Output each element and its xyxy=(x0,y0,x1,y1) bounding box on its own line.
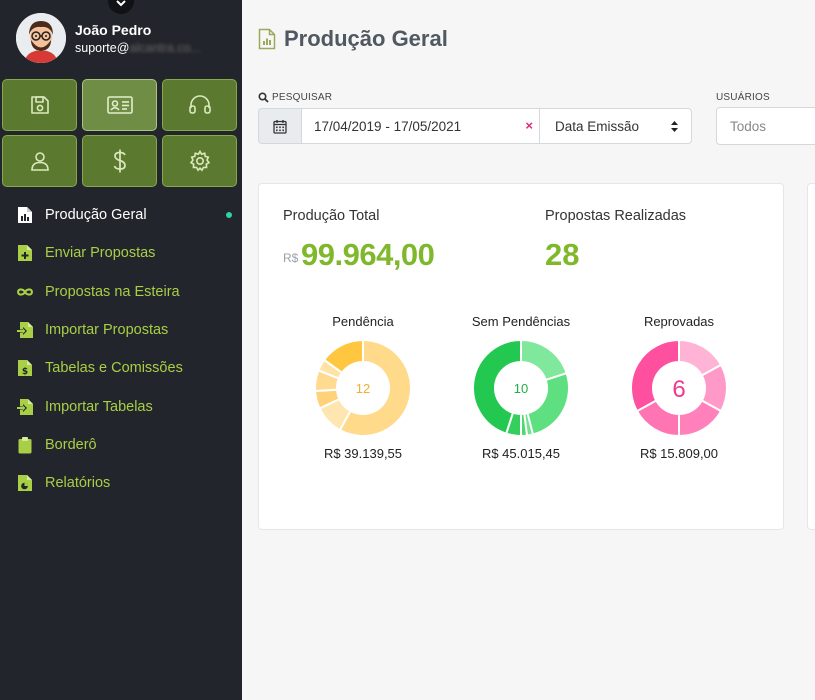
donut-chart: 6 xyxy=(630,339,728,437)
total-label: Produção Total xyxy=(283,208,380,224)
svg-text:$: $ xyxy=(22,367,28,377)
clipboard-icon xyxy=(18,436,32,454)
nav-item-importar-propostas[interactable]: Importar Propostas xyxy=(0,311,242,349)
id-card-tile[interactable] xyxy=(82,79,157,131)
chart-file-icon xyxy=(258,28,276,50)
email-obscured: alcantra.co... xyxy=(129,40,201,55)
donut-amount: R$ 39.139,55 xyxy=(323,446,403,461)
import-icon xyxy=(16,398,33,415)
nav-label: Importar Tabelas xyxy=(45,398,153,415)
nav-item-importar-tabelas[interactable]: Importar Tabelas xyxy=(0,387,242,425)
sidebar: João Pedro suporte@alcantra.co... Produç… xyxy=(0,0,242,700)
file-import-icon xyxy=(16,322,33,339)
user-icon xyxy=(30,152,49,171)
donut-pendencia[interactable]: Pendência 12 R$ 39.139,55 xyxy=(293,314,433,461)
donut-center: 12 xyxy=(356,381,370,396)
calendar-icon xyxy=(273,119,287,134)
date-type-select[interactable]: Data Emissão xyxy=(540,108,692,144)
date-range-input[interactable]: 17/04/2019 - 17/05/2021 × xyxy=(301,108,540,144)
nav-item-bordero[interactable]: Borderô xyxy=(0,426,242,464)
dollar-icon xyxy=(113,149,126,173)
date-type-value: Data Emissão xyxy=(555,118,640,134)
donut-title: Reprovadas xyxy=(643,314,715,329)
select-arrows-icon xyxy=(671,121,678,132)
gear-icon xyxy=(189,149,210,172)
search-label-text: PESQUISAR xyxy=(272,92,333,103)
page-header: Produção Geral xyxy=(258,26,448,52)
date-filter: 17/04/2019 - 17/05/2021 × Data Emissão xyxy=(258,108,692,144)
nav-label: Produção Geral xyxy=(45,207,147,224)
count-value: 28 xyxy=(545,237,580,272)
file-pie-icon xyxy=(18,475,32,492)
quick-actions xyxy=(2,79,238,187)
nav-item-tabelas-comissoes[interactable]: $ Tabelas e Comissões xyxy=(0,349,242,387)
chart-file-icon xyxy=(18,207,32,224)
email-visible: suporte@ xyxy=(75,40,130,55)
user-tile[interactable] xyxy=(2,135,77,187)
finance-tile[interactable] xyxy=(82,135,157,187)
nav-item-propostas-esteira[interactable]: Propostas na Esteira xyxy=(0,273,242,311)
donut-amount: R$ 45.015,45 xyxy=(481,446,561,461)
nav-item-producao-geral[interactable]: Produção Geral xyxy=(0,196,242,234)
headset-icon xyxy=(188,95,211,114)
date-range-value: 17/04/2019 - 17/05/2021 xyxy=(314,118,462,134)
user-name: João Pedro xyxy=(75,21,152,38)
search-label: PESQUISAR xyxy=(258,92,332,103)
page-title: Produção Geral xyxy=(284,26,448,51)
nav-label: Propostas na Esteira xyxy=(45,283,180,300)
save-tile[interactable] xyxy=(2,79,77,131)
collapse-toggle[interactable] xyxy=(108,0,134,14)
donut-reprovadas[interactable]: Reprovadas 6 R$ 15.809,00 xyxy=(609,314,749,461)
user-email: suporte@alcantra.co... xyxy=(75,41,201,55)
nav-label: Importar Propostas xyxy=(45,322,169,339)
total-value: 99.964,00 xyxy=(301,237,435,272)
clear-date-button[interactable]: × xyxy=(525,118,533,133)
donut-title: Sem Pendências xyxy=(471,314,571,329)
nav-item-relatorios[interactable]: Relatórios xyxy=(0,464,242,502)
calendar-button[interactable] xyxy=(258,108,301,144)
support-tile[interactable] xyxy=(162,79,237,131)
donut-center: 6 xyxy=(672,376,685,403)
currency-symbol: R$ xyxy=(283,251,299,265)
save-icon xyxy=(30,96,49,114)
nav-label: Tabelas e Comissões xyxy=(45,360,183,377)
user-profile[interactable]: João Pedro suporte@alcantra.co... xyxy=(16,13,201,63)
users-select[interactable]: Todos xyxy=(716,107,815,145)
donut-center: 10 xyxy=(514,381,528,396)
donut-chart: 12 xyxy=(314,339,412,437)
donut-sem-pendencias[interactable]: Sem Pendências 10 R$ 45.015,45 xyxy=(451,314,591,461)
donut-title: Pendência xyxy=(332,314,394,329)
id-card-icon xyxy=(106,96,133,114)
chevron-down-icon xyxy=(116,0,126,7)
search-icon xyxy=(258,92,269,103)
file-plus-icon xyxy=(18,245,32,262)
nav-label: Enviar Propostas xyxy=(45,245,156,262)
users-placeholder: Todos xyxy=(730,118,767,134)
active-indicator xyxy=(226,212,232,218)
avatar xyxy=(16,13,66,63)
settings-tile[interactable] xyxy=(162,135,237,187)
infinity-icon xyxy=(17,288,33,296)
donut-chart: 10 xyxy=(472,339,570,437)
donut-amount: R$ 15.809,00 xyxy=(639,446,719,461)
production-summary-card: Produção Total R$ 99.964,00 Propostas Re… xyxy=(258,183,784,530)
nav-label: Relatórios xyxy=(45,475,111,492)
donut-segment[interactable] xyxy=(526,371,570,436)
users-label: USUÁRIOS xyxy=(716,92,770,103)
count-label: Propostas Realizadas xyxy=(545,208,687,224)
secondary-card xyxy=(807,183,815,530)
donut-segment[interactable] xyxy=(520,339,568,382)
main-nav: Produção Geral Enviar Propostas Proposta… xyxy=(0,196,242,502)
nav-label: Borderô xyxy=(45,436,97,453)
profile-text: João Pedro suporte@alcantra.co... xyxy=(75,22,201,55)
file-dollar-icon: $ xyxy=(18,360,32,377)
nav-item-enviar-propostas[interactable]: Enviar Propostas xyxy=(0,234,242,272)
